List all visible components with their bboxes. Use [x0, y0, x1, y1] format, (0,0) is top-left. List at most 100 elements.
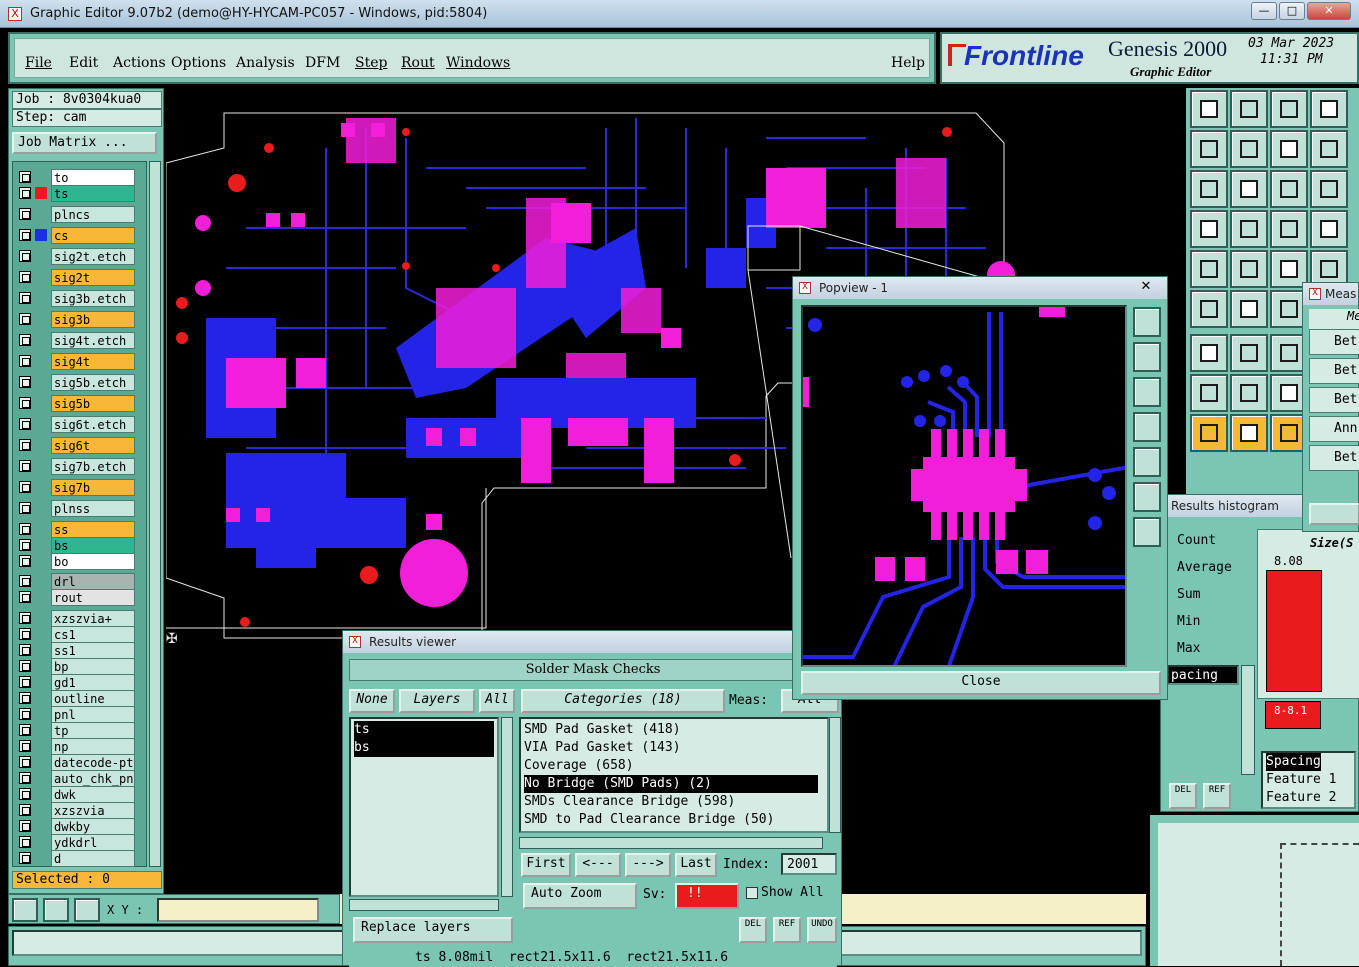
layer-row-ss1[interactable]: ss1 — [17, 642, 135, 659]
layer-checkbox[interactable] — [19, 171, 31, 183]
layer-row-sig3b[interactable]: sig3b — [17, 311, 135, 328]
layer-name[interactable]: bs — [51, 537, 135, 554]
histogram-range-label[interactable]: 8-8.1 — [1265, 701, 1321, 729]
layer-checkbox[interactable] — [19, 676, 31, 688]
layer-row-sig6t[interactable]: sig6t — [17, 437, 135, 454]
layer-checkbox[interactable] — [19, 418, 31, 430]
layer-row-bs[interactable]: bs — [17, 537, 135, 554]
layer-checkbox[interactable] — [19, 591, 31, 603]
pointer-icon[interactable] — [1190, 414, 1228, 452]
histogram-ref-button[interactable]: REF — [1203, 783, 1231, 809]
node-icon[interactable] — [1190, 290, 1228, 328]
angle-icon[interactable] — [1190, 334, 1228, 372]
layer-row-bp[interactable]: bp — [17, 658, 135, 675]
layer-row-sig5b-etch[interactable]: sig5b.etch — [17, 374, 135, 391]
layer-name[interactable]: sig3b.etch — [51, 290, 135, 307]
layer-checkbox[interactable] — [19, 502, 31, 514]
layer-checkbox[interactable] — [19, 772, 31, 784]
categories-button[interactable]: Categories (18) — [521, 689, 725, 713]
layer-checkbox[interactable] — [19, 481, 31, 493]
layer-name[interactable]: ss — [51, 521, 135, 538]
layer-row-sig2t[interactable]: sig2t — [17, 269, 135, 286]
layer-checkbox[interactable] — [19, 724, 31, 736]
layer-checkbox[interactable] — [19, 208, 31, 220]
layer-row-gd1[interactable]: gd1 — [17, 674, 135, 691]
layer-row-sig2t-etch[interactable]: sig2t.etch — [17, 248, 135, 265]
layer-checkbox[interactable] — [19, 852, 31, 864]
del-button[interactable]: DEL — [739, 917, 767, 943]
measure-option[interactable]: Bet — [1309, 387, 1359, 413]
popview-close-button[interactable]: Close — [801, 671, 1161, 695]
layer-row-auto-chk-pnl[interactable]: auto_chk_pnl — [17, 770, 135, 787]
menu-options[interactable]: Options — [171, 55, 226, 71]
category-item[interactable]: VIA Pad Gasket (143) — [524, 739, 818, 757]
undo-icon[interactable] — [1270, 130, 1308, 168]
layer-row-bo[interactable]: bo — [17, 553, 135, 570]
layer-name[interactable]: xzszvia+ — [51, 610, 135, 627]
last-button[interactable]: Last — [675, 853, 717, 877]
stat-min[interactable]: Min — [1177, 614, 1200, 629]
histogram-del-button[interactable]: DEL — [1169, 783, 1197, 809]
job-matrix-button[interactable]: Job Matrix ... — [12, 132, 157, 154]
layer-name[interactable]: d — [51, 850, 135, 867]
select-icon[interactable] — [1230, 414, 1268, 452]
layer-row-dwkby[interactable]: dwkby — [17, 818, 135, 835]
layer-row-sig6t-etch[interactable]: sig6t.etch — [17, 416, 135, 433]
layer-checkbox[interactable] — [19, 788, 31, 800]
menu-edit[interactable]: Edit — [69, 55, 98, 71]
popview-canvas[interactable] — [801, 305, 1127, 667]
measure-option[interactable]: Ann — [1309, 416, 1359, 442]
stat-count[interactable]: Count — [1177, 533, 1216, 548]
layer-checkbox[interactable] — [19, 820, 31, 832]
triangle-icon[interactable] — [1190, 374, 1228, 412]
layer-name[interactable]: sig2t.etch — [51, 248, 135, 265]
layer-name[interactable]: auto_chk_pnl — [51, 770, 135, 787]
layer-name[interactable]: pnl — [51, 706, 135, 723]
layer-name[interactable]: gd1 — [51, 674, 135, 691]
layer-row-sig4t-etch[interactable]: sig4t.etch — [17, 332, 135, 349]
spacing-item[interactable]: Spacing — [1266, 753, 1321, 771]
feature1-item[interactable]: Feature 1 — [1266, 771, 1336, 789]
close-window-button[interactable]: ✕ — [1307, 2, 1351, 20]
undo-button[interactable]: UNDO — [807, 917, 837, 943]
layer-list-hscroll[interactable] — [349, 899, 499, 911]
layer-row-sig5b[interactable]: sig5b — [17, 395, 135, 412]
layer-row-tp[interactable]: tp — [17, 722, 135, 739]
layer-checkbox[interactable] — [19, 250, 31, 262]
layer-checkbox[interactable] — [19, 708, 31, 720]
categories-hscroll[interactable] — [519, 837, 823, 849]
layer-name[interactable]: ts — [51, 185, 135, 202]
menu-actions[interactable]: Actions — [113, 55, 166, 71]
all-layers-button[interactable]: All — [479, 689, 515, 713]
layer-row-np[interactable]: np — [17, 738, 135, 755]
window-icon[interactable] — [1310, 90, 1348, 128]
layer-checkbox[interactable] — [19, 575, 31, 587]
popview-left-icon[interactable] — [1133, 412, 1161, 442]
layer-row-rout[interactable]: rout — [17, 589, 135, 606]
layer-name[interactable]: sig7b — [51, 479, 135, 496]
cross-icon[interactable] — [1230, 290, 1268, 328]
popview-zoom-icon[interactable] — [1133, 307, 1161, 337]
menu-step[interactable]: Step — [355, 55, 387, 71]
layer-name[interactable]: plnss — [51, 500, 135, 517]
zoom-fit-icon[interactable] — [1190, 170, 1228, 208]
spacing-selection[interactable]: pacing — [1171, 667, 1218, 685]
layer-name[interactable]: cs — [51, 227, 135, 244]
grid-icon[interactable] — [74, 898, 100, 922]
pan-right-icon[interactable] — [1230, 130, 1268, 168]
layer-name[interactable]: drl — [51, 573, 135, 590]
layer-checkbox[interactable] — [19, 313, 31, 325]
layer-checkbox[interactable] — [19, 460, 31, 472]
popview-load-icon[interactable] — [1133, 342, 1161, 372]
layer-name[interactable]: sig4t — [51, 353, 135, 370]
layer-checkbox[interactable] — [19, 660, 31, 672]
layer-name[interactable]: rout — [51, 589, 135, 606]
layer-name[interactable]: cs1 — [51, 626, 135, 643]
popview-close-icon[interactable]: ✕ — [1129, 279, 1163, 295]
layer-name[interactable]: to — [51, 169, 135, 186]
layer-row-dwk[interactable]: dwk — [17, 786, 135, 803]
popview-save-icon[interactable] — [1133, 377, 1161, 407]
popview-fit-icon[interactable] — [1133, 482, 1161, 512]
layer-row-cs1[interactable]: cs1 — [17, 626, 135, 643]
first-button[interactable]: First — [521, 853, 571, 877]
